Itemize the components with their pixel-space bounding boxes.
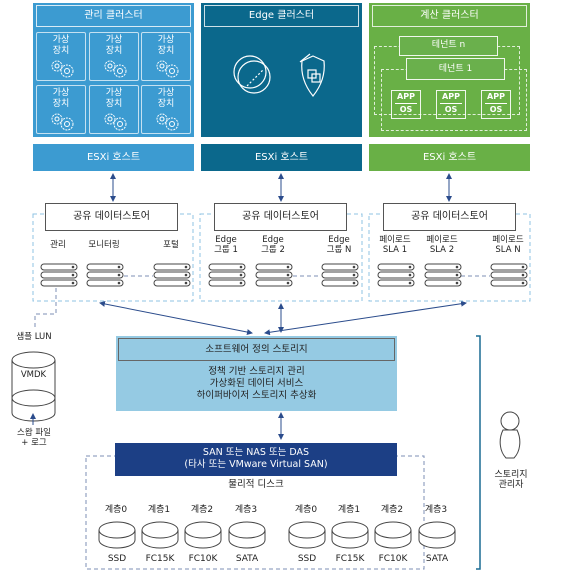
disk-tier-label: 계층3 xyxy=(234,505,258,515)
virtual-appliance-label: 가상 장치 xyxy=(105,88,123,109)
virtual-appliance-tile: 가상 장치 xyxy=(36,85,86,134)
swap-file-log-label: 스왑 파일 + 로그 xyxy=(17,428,51,448)
app-label: APP xyxy=(440,91,462,104)
server-stack-icon xyxy=(490,263,528,287)
virtual-appliance-label: 가상 장치 xyxy=(105,35,123,56)
disk-tier-label: 계층0 xyxy=(294,505,318,515)
disk-icon xyxy=(288,521,326,549)
san-nas-das-storage: SAN 또는 NAS 또는 DAS (타사 또는 VMware Virtual … xyxy=(115,443,397,476)
disk-icon xyxy=(141,521,179,549)
server-stack-icon xyxy=(40,263,78,287)
gears-icon xyxy=(104,113,127,131)
server-stack-icon xyxy=(255,263,293,287)
shared-datastore-edge: 공유 데이터스토어 xyxy=(214,203,347,231)
sds-title: 소프트웨어 정의 스토리지 xyxy=(118,338,395,361)
compute-cluster-title: 계산 클러스터 xyxy=(372,5,527,27)
virtual-appliance-tile: 가상 장치 xyxy=(89,85,139,134)
virtual-appliance-tile: 가상 장치 xyxy=(89,32,139,81)
storage-admin-label: 스토리지 관리자 xyxy=(494,470,528,490)
disk-tier-label: 계층1 xyxy=(147,505,171,515)
app-os-vm: APP OS xyxy=(436,90,466,119)
tenant-n: 테넌트 n xyxy=(399,36,498,56)
server-stack-icon xyxy=(321,263,359,287)
app-label: APP xyxy=(485,91,507,104)
datastore-item-label: 모니터링 xyxy=(88,240,120,250)
datastore-item-label: Edge 그룹 1 xyxy=(214,235,238,255)
san-line1: SAN 또는 NAS 또는 DAS xyxy=(202,447,310,458)
virtual-appliance-label: 가상 장치 xyxy=(157,88,175,109)
disk-icon xyxy=(331,521,369,549)
disk-type-label: FC10K xyxy=(378,554,408,564)
esxi-host-management: ESXi 호스트 xyxy=(33,144,194,171)
datastore-item-label: 페이로드 SLA 2 xyxy=(426,235,458,255)
gears-icon xyxy=(104,60,127,78)
os-label: OS xyxy=(489,105,503,114)
sds-feature: 가상화된 데이터 서비스 xyxy=(209,378,304,389)
sample-lun-label: 샘플 LUN xyxy=(16,332,52,342)
management-cluster-title: 관리 클러스터 xyxy=(36,5,191,27)
gears-icon xyxy=(51,113,74,131)
disk-type-label: FC15K xyxy=(335,554,365,564)
sds-features: 정책 기반 스토리지 관리 가상화된 데이터 서비스 하이퍼바이저 스토리지 추… xyxy=(116,366,397,402)
shared-datastore-compute: 공유 데이터스토어 xyxy=(383,203,516,231)
shared-datastore-management: 공유 데이터스토어 xyxy=(45,203,178,231)
server-stack-icon xyxy=(377,263,415,287)
gears-icon xyxy=(51,60,74,78)
disk-tier-label: 계층1 xyxy=(337,505,361,515)
datastore-item-label: 관리 xyxy=(50,240,66,250)
gears-icon xyxy=(156,113,179,131)
san-line2: (타사 또는 VMware Virtual SAN) xyxy=(184,459,328,470)
virtual-appliance-label: 가상 장치 xyxy=(52,35,70,56)
gears-icon xyxy=(156,60,179,78)
tenant-1: 테넌트 1 xyxy=(406,58,505,80)
virtual-appliance-tile: 가상 장치 xyxy=(36,32,86,81)
disk-tier-label: 계층0 xyxy=(104,505,128,515)
app-os-vm: APP OS xyxy=(481,90,511,119)
os-label: OS xyxy=(444,105,458,114)
disk-icon xyxy=(374,521,412,549)
datastore-item-label: Edge 그룹 2 xyxy=(261,235,285,255)
os-label: OS xyxy=(399,105,413,114)
server-stack-icon xyxy=(208,263,246,287)
storage-admin-person-icon xyxy=(499,411,521,459)
storage-architecture-diagram: 관리 클러스터 Edge 클러스터 계산 클러스터 테넌트 n 테넌트 1 ES… xyxy=(0,0,572,571)
edge-cluster-title: Edge 클러스터 xyxy=(204,5,359,27)
disk-tier-label: 계층2 xyxy=(190,505,214,515)
virtual-appliance-label: 가상 장치 xyxy=(52,88,70,109)
vmdk-label: VMDK xyxy=(20,370,47,380)
disk-icon xyxy=(98,521,136,549)
disk-icon xyxy=(228,521,266,549)
esxi-host-compute: ESXi 호스트 xyxy=(369,144,530,171)
virtual-appliance-label: 가상 장치 xyxy=(157,35,175,56)
disk-type-label: SATA xyxy=(235,554,259,564)
disk-type-label: FC15K xyxy=(145,554,175,564)
datastore-item-label: 페이로드 SLA N xyxy=(492,235,524,255)
disk-type-label: SSD xyxy=(107,554,127,564)
datastore-item-label: 페이로드 SLA 1 xyxy=(379,235,411,255)
disk-tier-label: 계층2 xyxy=(380,505,404,515)
virtual-appliance-tile: 가상 장치 xyxy=(141,32,191,81)
lun-cylinder-icon xyxy=(11,351,56,422)
disk-icon xyxy=(418,521,456,549)
disk-tier-label: 계층3 xyxy=(424,505,448,515)
disk-type-label: SSD xyxy=(297,554,317,564)
disk-icon xyxy=(184,521,222,549)
app-label: APP xyxy=(395,91,417,104)
disk-type-label: SATA xyxy=(425,554,449,564)
app-os-vm: APP OS xyxy=(391,90,421,119)
server-stack-icon xyxy=(86,263,124,287)
virtual-appliance-tile: 가상 장치 xyxy=(141,85,191,134)
datastore-item-label: Edge 그룹 N xyxy=(326,235,352,255)
sds-feature: 하이퍼바이저 스토리지 추상화 xyxy=(196,390,317,401)
admin-bracket xyxy=(476,335,481,570)
datastore-item-label: 포털 xyxy=(163,240,179,250)
physical-disks-title: 물리적 디스크 xyxy=(228,479,284,490)
server-stack-icon xyxy=(424,263,462,287)
sds-feature: 정책 기반 스토리지 관리 xyxy=(208,366,305,377)
disk-type-label: FC10K xyxy=(188,554,218,564)
esxi-host-edge: ESXi 호스트 xyxy=(201,144,362,171)
server-stack-icon xyxy=(153,263,191,287)
